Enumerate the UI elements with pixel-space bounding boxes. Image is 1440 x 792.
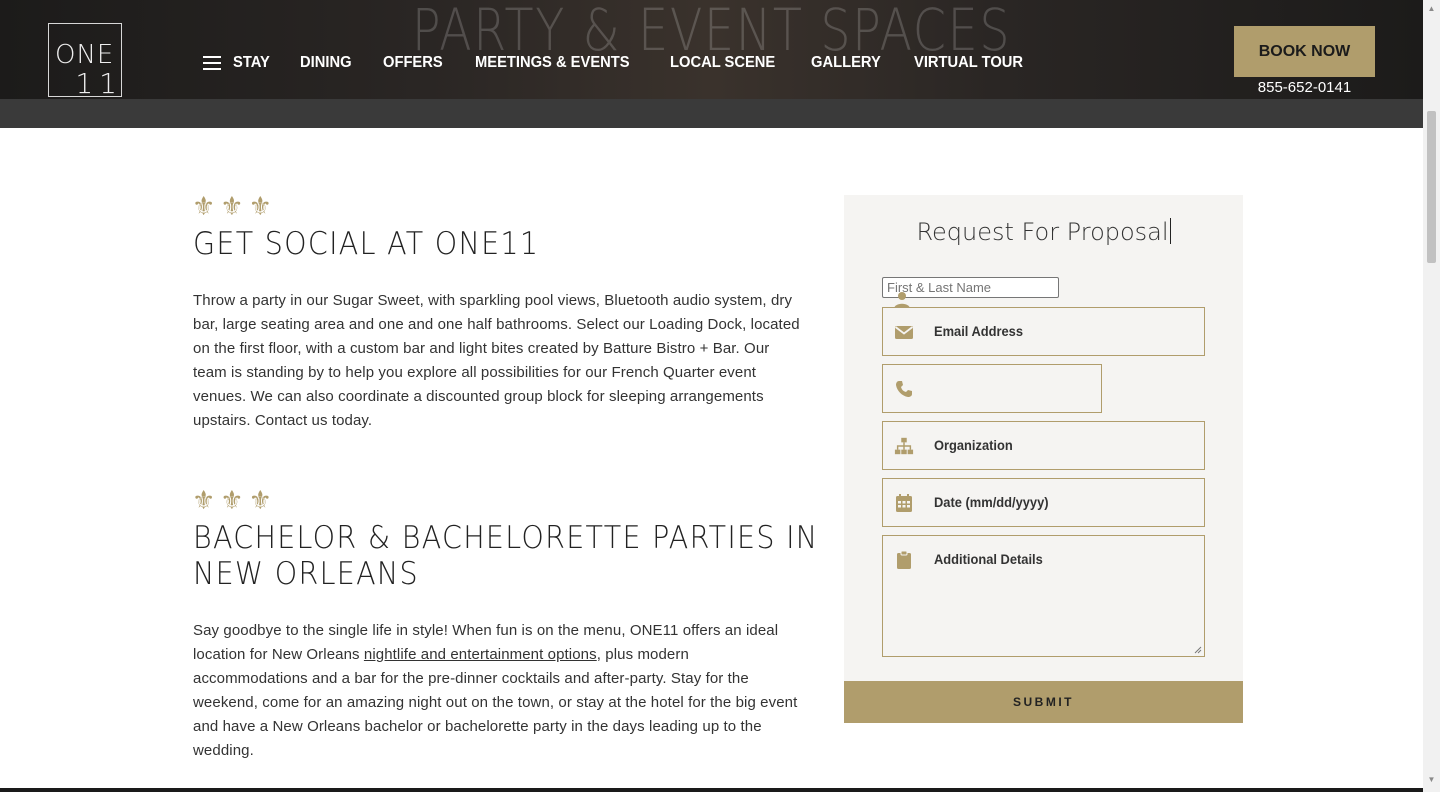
date-label: Date (mm/dd/yyyy) <box>934 494 1049 510</box>
text-cursor <box>1169 218 1171 244</box>
header-band <box>0 99 1423 128</box>
phone-field[interactable] <box>882 364 1102 413</box>
envelope-icon <box>894 326 914 339</box>
calendar-icon <box>896 494 912 512</box>
section-body-get-social: Throw a party in our Sugar Sweet, with s… <box>193 292 800 429</box>
scroll-thumb[interactable] <box>1427 111 1436 263</box>
nav-dining[interactable]: DINING <box>300 54 352 72</box>
clipboard-icon <box>897 550 911 569</box>
nav-stay[interactable]: STAY <box>233 54 270 72</box>
nightlife-link[interactable]: nightlife and entertainment options <box>364 646 597 663</box>
fleur-de-lis-icon: ⚜⚜⚜ <box>192 191 277 221</box>
sitemap-icon <box>894 437 914 455</box>
email-field[interactable]: Email Address <box>882 307 1205 356</box>
resize-grip-icon[interactable] <box>1194 646 1202 654</box>
section-body-bachelor: Say goodbye to the single life in style!… <box>193 619 803 763</box>
section-title-bachelor-line1: BACHELOR & BACHELORETTE PARTIES IN <box>193 520 819 556</box>
nav-gallery[interactable]: GALLERY <box>811 54 881 72</box>
logo-text-bottom: 11 <box>75 67 123 100</box>
scroll-down-icon[interactable]: ▼ <box>1423 771 1440 788</box>
phone-number[interactable]: 855-652-0141 <box>1234 79 1375 96</box>
form-title-text: Request For Proposal <box>916 218 1169 246</box>
book-now-button[interactable]: BOOK NOW <box>1234 26 1375 77</box>
nav-offers[interactable]: OFFERS <box>383 54 443 72</box>
section-title-bachelor-line2: NEW ORLEANS <box>193 556 419 592</box>
details-field[interactable]: Additional Details <box>882 535 1205 657</box>
phone-icon <box>896 381 912 397</box>
submit-button[interactable]: SUBMIT <box>844 681 1243 723</box>
date-field[interactable]: Date (mm/dd/yyyy) <box>882 478 1205 527</box>
nav-virtual-tour[interactable]: VIRTUAL TOUR <box>914 54 1023 72</box>
organization-label: Organization <box>934 437 1013 453</box>
section-title-get-social: GET SOCIAL AT ONE11 <box>193 226 540 262</box>
details-label: Additional Details <box>934 551 1043 567</box>
organization-field[interactable]: Organization <box>882 421 1205 470</box>
hero-banner: PARTY & EVENT SPACES <box>0 0 1423 99</box>
logo-text-top: ONE <box>55 40 115 70</box>
form-title: Request For Proposal <box>844 218 1243 246</box>
hamburger-icon[interactable] <box>203 56 221 70</box>
main-nav: STAY DINING OFFERS MEETINGS & EVENTS LOC… <box>203 51 1060 75</box>
email-label: Email Address <box>934 323 1024 339</box>
logo[interactable]: ONE 11 <box>48 23 123 100</box>
nav-meetings-events[interactable]: MEETINGS & EVENTS <box>475 54 630 72</box>
bottom-strip <box>0 788 1423 792</box>
page-scrollbar[interactable]: ▲ ▼ <box>1423 0 1440 792</box>
nav-local-scene[interactable]: LOCAL SCENE <box>670 54 775 72</box>
scroll-up-icon[interactable]: ▲ <box>1423 0 1440 17</box>
fleur-de-lis-icon: ⚜⚜⚜ <box>192 485 277 515</box>
